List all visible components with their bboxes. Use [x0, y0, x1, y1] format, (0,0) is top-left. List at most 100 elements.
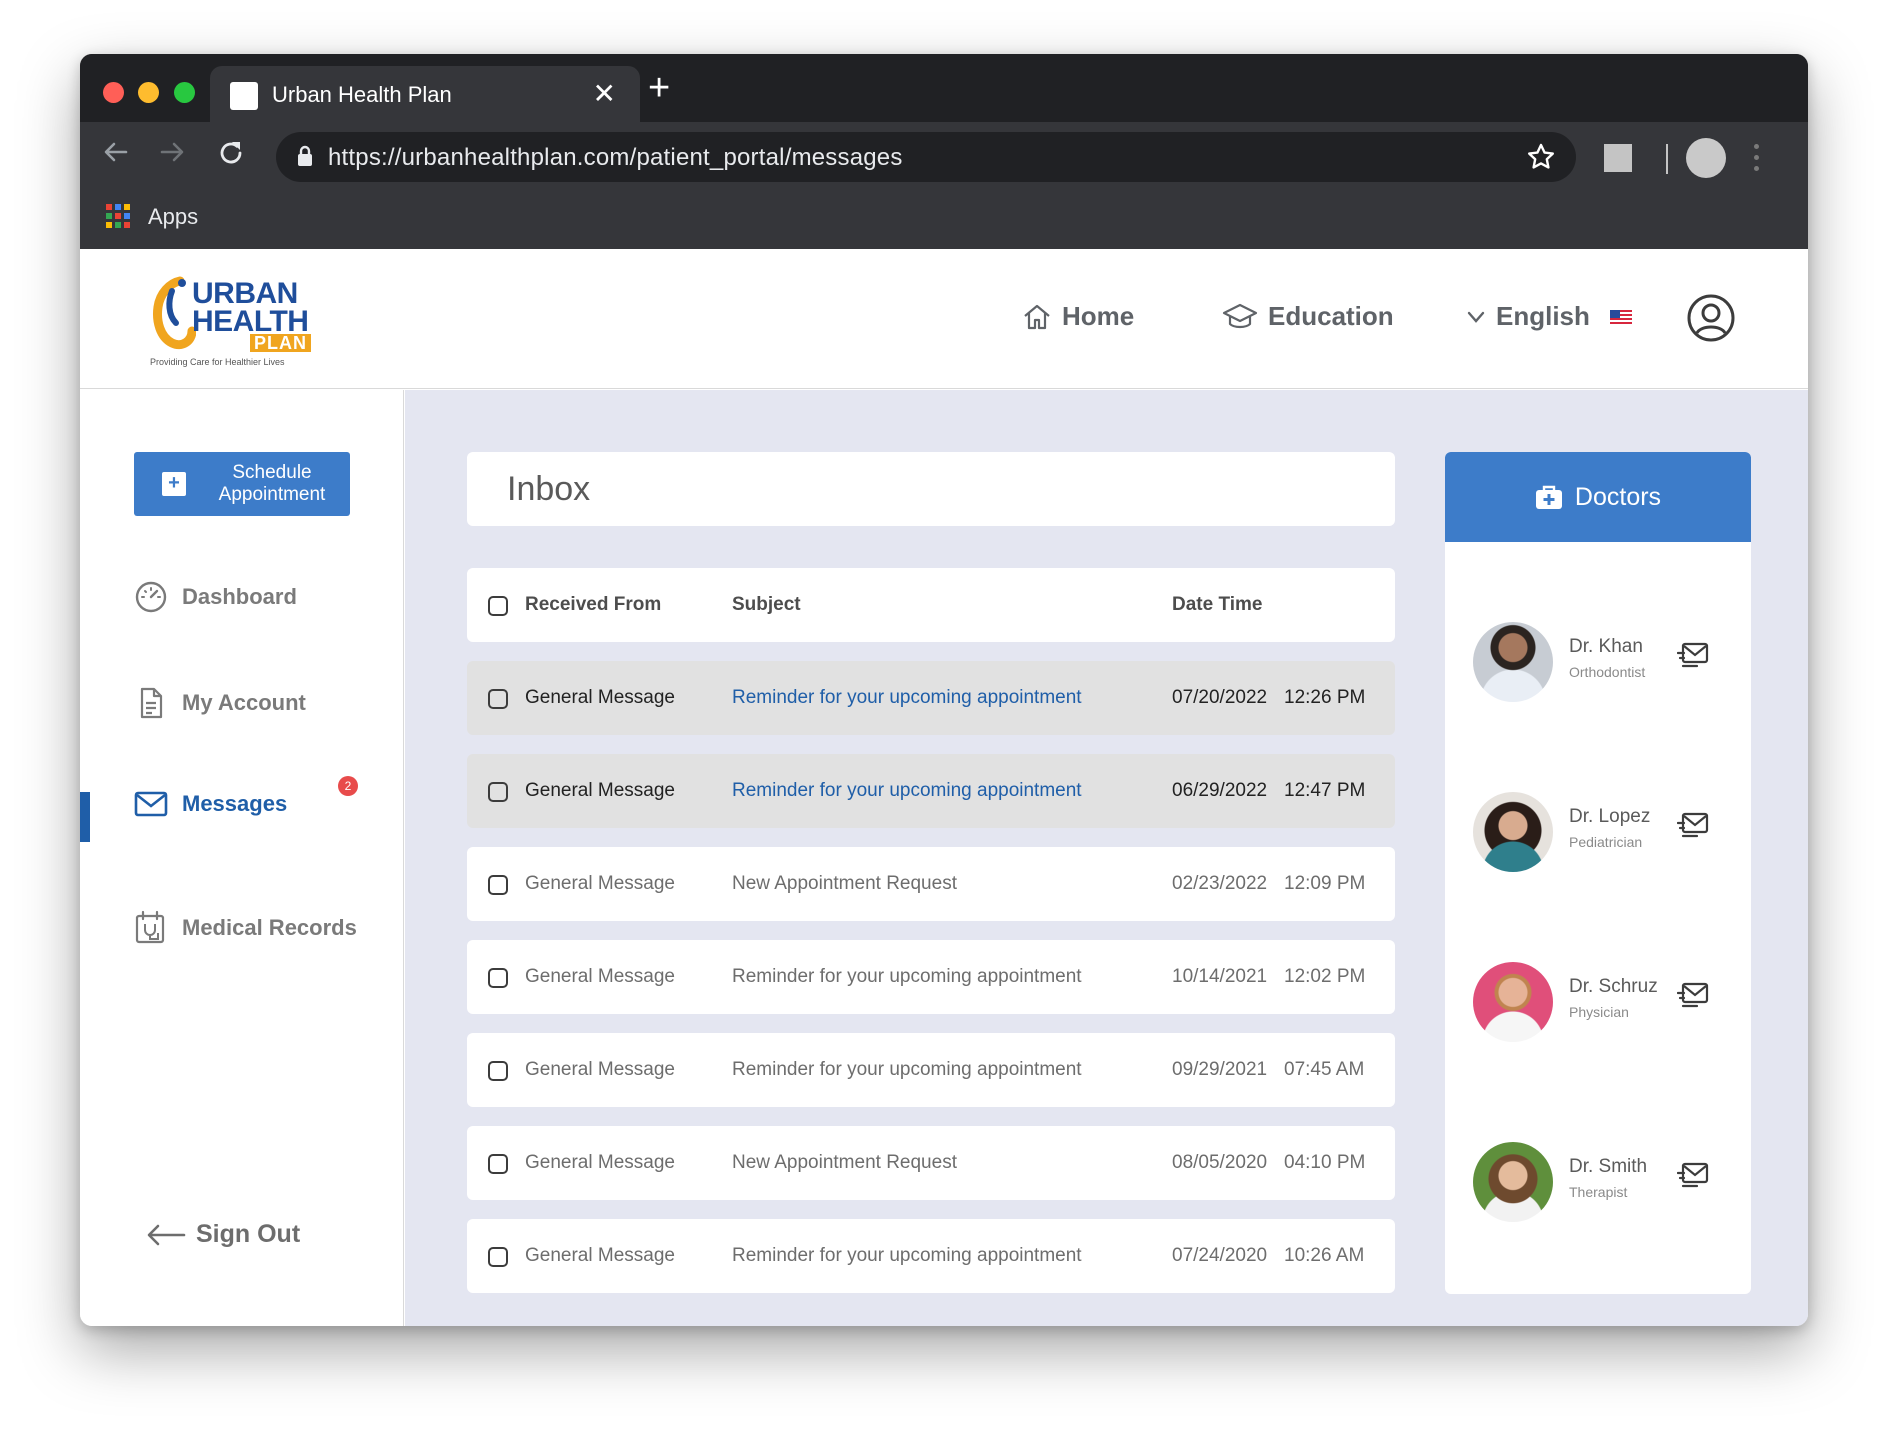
urban-health-plan-logo[interactable]: URBAN HEALTH PLAN Providing Care for Hea… [150, 275, 311, 370]
doctor-card[interactable]: Dr. Khan Orthodontist [1473, 622, 1733, 706]
message-sender: General Message [525, 1059, 675, 1080]
sidebar-item-dashboard[interactable]: Dashboard [134, 580, 297, 614]
language-label: English [1496, 301, 1590, 331]
doctors-panel-title: Doctors [1574, 482, 1662, 511]
sidebar-item-medical-records[interactable]: Medical Records [134, 910, 357, 946]
app-header: URBAN HEALTH PLAN Providing Care for Hea… [80, 249, 1808, 389]
send-message-icon[interactable] [1677, 1160, 1709, 1190]
logo-mark-icon [153, 276, 196, 350]
message-checkbox[interactable] [488, 1247, 508, 1267]
sidebar-item-my-account-label: My Account [182, 690, 306, 715]
forward-arrow-icon[interactable] [158, 138, 186, 166]
main-content: Inbox Received From Subject Date Time Ge… [405, 390, 1808, 1326]
sign-out-button[interactable]: Sign Out [146, 1220, 300, 1249]
message-row[interactable]: General Message Reminder for your upcomin… [467, 1033, 1395, 1107]
lock-icon [298, 145, 312, 166]
sign-out-label: Sign Out [196, 1220, 301, 1248]
browser-menu-icon[interactable] [1754, 144, 1760, 177]
sidebar-item-my-account[interactable]: My Account [134, 686, 306, 720]
toolbar-divider [1666, 144, 1668, 174]
tab-close-icon[interactable]: ✕ [593, 76, 616, 112]
message-row[interactable]: General Message New Appointment Request 08… [467, 1126, 1395, 1200]
window-maximize-button[interactable] [174, 82, 195, 103]
sidebar-item-messages[interactable]: Messages 2 [134, 776, 358, 818]
message-date: 10/14/2021 [1172, 966, 1268, 987]
message-checkbox[interactable] [488, 968, 508, 988]
message-row[interactable]: General Message Reminder for your upcomin… [467, 661, 1395, 735]
message-date: 02/23/2022 [1172, 873, 1268, 894]
apps-grid-icon[interactable] [106, 204, 130, 228]
sidebar-item-messages-label: Messages [182, 791, 288, 816]
column-header-subject[interactable]: Subject [732, 594, 801, 616]
window-minimize-button[interactable] [138, 82, 159, 103]
browser-profile-avatar[interactable] [1686, 138, 1726, 178]
nav-education[interactable]: Education [1222, 301, 1394, 332]
bookmark-star-icon[interactable] [1526, 142, 1556, 172]
nav-home[interactable]: Home [1022, 301, 1134, 332]
schedule-appointment-button[interactable]: + Schedule Appointment [134, 452, 350, 516]
message-row[interactable]: General Message New Appointment Request 02… [467, 847, 1395, 921]
doctor-card[interactable]: Dr. Schruz Physician [1473, 962, 1733, 1046]
chevron-down-icon [1467, 311, 1485, 323]
message-subject: Reminder for your upcoming appointment [732, 1245, 1082, 1266]
user-profile-icon[interactable] [1686, 293, 1736, 343]
nav-education-label: Education [1268, 301, 1394, 331]
doctor-specialty: Orthodontist [1569, 664, 1646, 680]
address-bar[interactable]: https://urbanhealthplan.com/patient_port… [276, 132, 1576, 182]
message-subject[interactable]: Reminder for your upcoming appointment [732, 687, 1082, 709]
message-checkbox[interactable] [488, 1061, 508, 1081]
inbox-title-card: Inbox [467, 452, 1395, 526]
doctors-panel-header: Doctors [1445, 452, 1751, 542]
sidebar-item-dashboard-label: Dashboard [182, 584, 297, 609]
message-date: 07/20/2022 [1172, 687, 1268, 708]
message-checkbox[interactable] [488, 1154, 508, 1174]
message-time: 07:45 AM [1284, 1059, 1365, 1080]
browser-tab[interactable]: Urban Health Plan ✕ [210, 66, 640, 122]
message-time: 10:26 AM [1284, 1245, 1365, 1266]
doctor-specialty: Therapist [1569, 1184, 1628, 1200]
message-row[interactable]: General Message Reminder for your upcomin… [467, 1219, 1395, 1293]
message-sender: General Message [525, 1245, 675, 1266]
message-checkbox[interactable] [488, 782, 508, 802]
doctor-specialty: Physician [1569, 1004, 1629, 1020]
message-subject: Reminder for your upcoming appointment [732, 1059, 1082, 1080]
doctor-name: Dr. Schruz [1569, 976, 1658, 997]
new-tab-button[interactable]: + [648, 68, 670, 108]
message-subject[interactable]: Reminder for your upcoming appointment [732, 780, 1082, 802]
column-header-date-time[interactable]: Date Time [1172, 594, 1262, 616]
extension-icon[interactable] [1604, 144, 1632, 172]
send-message-icon[interactable] [1677, 980, 1709, 1010]
language-selector[interactable]: English [1466, 301, 1632, 332]
message-row[interactable]: General Message Reminder for your upcomin… [467, 940, 1395, 1014]
us-flag-icon [1609, 309, 1632, 324]
doctor-card[interactable]: Dr. Smith Therapist [1473, 1142, 1733, 1226]
doctors-panel: Doctors Dr. Khan Orthodontist Dr. Lopez … [1445, 452, 1751, 1294]
back-arrow-icon[interactable] [102, 138, 130, 166]
column-header-received-from[interactable]: Received From [525, 594, 661, 616]
apps-bookmark[interactable]: Apps [148, 204, 198, 230]
url-text: https://urbanhealthplan.com/patient_port… [328, 144, 903, 171]
sidebar-item-medical-records-label: Medical Records [182, 915, 357, 940]
message-date: 06/29/2022 [1172, 780, 1268, 801]
message-time: 12:09 PM [1284, 873, 1366, 894]
message-checkbox[interactable] [488, 689, 508, 709]
nav-home-label: Home [1062, 301, 1135, 331]
doctor-name: Dr. Lopez [1569, 806, 1651, 827]
schedule-appointment-label: Schedule Appointment [218, 462, 326, 505]
doctor-card[interactable]: Dr. Lopez Pediatrician [1473, 792, 1733, 876]
document-icon [140, 687, 163, 719]
sidebar: + Schedule Appointment Dashboard My Accou… [80, 390, 404, 1326]
reload-icon[interactable] [216, 138, 246, 168]
inbox-table-header: Received From Subject Date Time [467, 568, 1395, 642]
active-indicator [80, 792, 90, 842]
message-date: 09/29/2021 [1172, 1059, 1268, 1080]
message-time: 12:02 PM [1284, 966, 1366, 987]
window-close-button[interactable] [103, 82, 124, 103]
send-message-icon[interactable] [1677, 810, 1709, 840]
page-title: Inbox [507, 470, 591, 508]
message-checkbox[interactable] [488, 875, 508, 895]
doctor-avatar [1473, 1142, 1553, 1222]
select-all-checkbox[interactable] [488, 596, 508, 616]
message-row[interactable]: General Message Reminder for your upcomin… [467, 754, 1395, 828]
send-message-icon[interactable] [1677, 640, 1709, 670]
